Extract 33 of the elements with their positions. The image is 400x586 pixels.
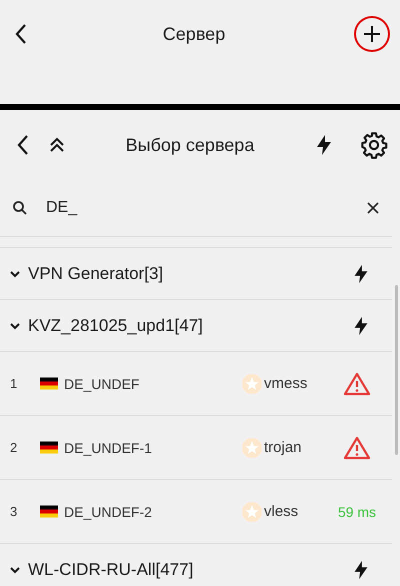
group-name: KVZ_281025_upd1[47] (28, 316, 204, 336)
server-row[interactable]: 3 DE_UNDEF-2 vless 59 ms (0, 480, 392, 544)
group-row[interactable]: WL-CIDR-RU-All[477] (0, 544, 392, 586)
group-row[interactable]: VPN Generator[3] (0, 248, 392, 300)
group-name: WL-CIDR-RU-All[477] (28, 560, 194, 580)
group-row[interactable]: KVZ_281025_upd1[47] (0, 300, 392, 352)
latency-text: 59 ms (338, 504, 376, 520)
server-row[interactable]: 1 DE_UNDEF vmess (0, 352, 392, 416)
warning-icon (343, 436, 371, 460)
settings-button[interactable] (360, 131, 388, 159)
row-number: 3 (10, 504, 18, 519)
flag-icon (40, 505, 58, 518)
search-icon (12, 200, 28, 216)
server-row[interactable]: 2 DE_UNDEF-1 trojan (0, 416, 392, 480)
search-field[interactable]: DE_ (42, 199, 352, 217)
row-number: 2 (10, 440, 18, 455)
protocol-label: vmess (264, 375, 308, 392)
add-button[interactable] (354, 16, 390, 52)
server-name: DE_UNDEF-1 (64, 440, 153, 456)
screen-title: Сервер (162, 24, 226, 44)
clear-button[interactable] (366, 201, 380, 215)
flag-icon (40, 377, 58, 390)
protocol-label: vless (264, 503, 300, 520)
panel-title: Выбор сервера (124, 134, 256, 156)
flag-icon (40, 441, 58, 454)
protocol-label: trojan (264, 439, 303, 456)
server-name: DE_UNDEF-2 (64, 504, 153, 520)
group-name: VPN Generator[3] (28, 264, 164, 284)
server-name: DE_UNDEF (64, 376, 140, 392)
scrollbar[interactable] (395, 285, 398, 455)
warning-icon (343, 372, 371, 396)
row-number: 1 (10, 376, 18, 391)
plus-icon[interactable] (362, 24, 382, 44)
